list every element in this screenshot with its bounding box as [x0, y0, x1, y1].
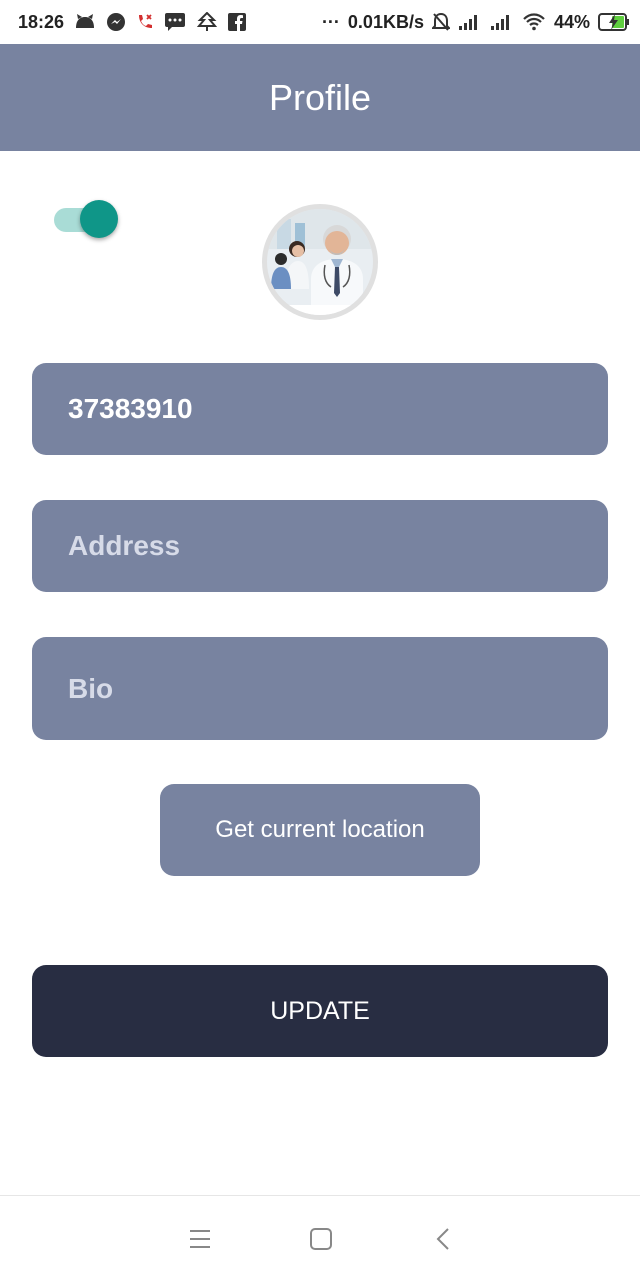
app-bar: Profile: [0, 44, 640, 151]
messenger-icon: [106, 12, 126, 32]
avatar[interactable]: [262, 204, 378, 320]
status-bar: 18:26 ··· 0.01KB/s 44%: [0, 0, 640, 44]
availability-toggle[interactable]: [54, 200, 118, 240]
status-time: 18:26: [18, 11, 65, 32]
back-icon[interactable]: [428, 1224, 458, 1254]
get-current-location-button[interactable]: Get current location: [160, 784, 480, 876]
phone-field[interactable]: 37383910: [32, 363, 608, 455]
get-current-location-label: Get current location: [215, 816, 425, 843]
cat-app-icon: [74, 14, 96, 30]
status-left: 18:26: [18, 11, 247, 33]
alarm-off-icon: [431, 12, 450, 32]
sms-icon: [164, 12, 186, 32]
address-placeholder: Address: [68, 530, 181, 561]
more-notifications-dots: ···: [321, 11, 340, 32]
bio-placeholder: Bio: [68, 672, 114, 704]
address-field[interactable]: Address: [32, 500, 608, 592]
missed-call-icon: [136, 13, 154, 31]
battery-percent: 44%: [553, 11, 590, 32]
facebook-icon: [228, 13, 247, 31]
update-button[interactable]: UPDATE: [32, 965, 608, 1057]
toggle-thumb: [80, 200, 118, 238]
page-title: Profile: [268, 76, 372, 118]
battery-charging-icon: [598, 12, 630, 32]
tree-icon: [196, 12, 218, 32]
network-speed: 0.01KB/s: [347, 11, 424, 32]
phone-value: 37383910: [68, 393, 193, 424]
status-right: ··· 0.01KB/s 44%: [322, 12, 630, 33]
doctor-avatar-image: [267, 209, 373, 315]
signal-icon-2: [490, 13, 514, 31]
update-label: UPDATE: [270, 996, 370, 1025]
wifi-icon: [522, 13, 546, 31]
bio-field[interactable]: Bio: [32, 637, 608, 740]
system-nav-bar: [0, 1195, 640, 1280]
home-icon[interactable]: [306, 1224, 336, 1254]
menu-icon[interactable]: [185, 1224, 215, 1254]
signal-icon: [458, 13, 482, 31]
